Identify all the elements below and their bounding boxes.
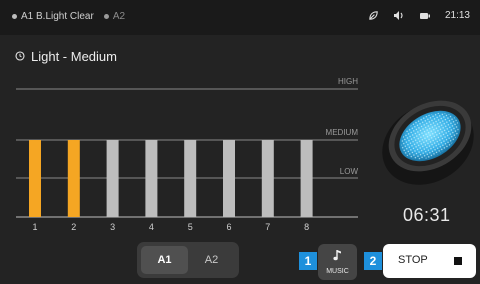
x-tick-label: 7: [265, 222, 270, 232]
zone-a2-button[interactable]: A2: [188, 246, 235, 274]
app-screen: A1 B.Light Clear A2 21:13 Light - Medium…: [0, 0, 480, 284]
x-tick-label: 1: [32, 222, 37, 232]
zone-a2-dot: [103, 14, 109, 19]
music-label: MUSIC: [326, 268, 349, 275]
x-tick-label: 3: [110, 222, 115, 232]
bar-5: [184, 140, 197, 217]
stop-label: STOP: [398, 254, 428, 266]
bar-4: [145, 140, 158, 217]
chart-ticks: 1 2 3 4 5 6 7 8: [32, 222, 309, 232]
music-button[interactable]: MUSIC: [318, 244, 357, 280]
zone-a1-dot: [12, 14, 17, 19]
clock-icon: [15, 49, 25, 64]
zone-status: A1 B.Light Clear A2: [12, 11, 125, 22]
zone-a1-label: A1 B.Light Clear: [21, 11, 94, 22]
x-tick-label: 8: [304, 222, 309, 232]
lamp-device-image: [382, 100, 474, 185]
callout-badge-1: 1: [299, 252, 317, 270]
light-mode-indicator: Light - Medium: [15, 49, 117, 64]
volume-icon[interactable]: [393, 10, 405, 21]
level-label-medium: MEDIUM: [326, 128, 359, 137]
mode-label: Light - Medium: [31, 49, 117, 64]
battery-icon: [419, 12, 431, 20]
zone-a1-button[interactable]: A1: [141, 246, 188, 274]
bar-2: [67, 140, 80, 217]
bar-3: [106, 140, 119, 217]
status-bar: A1 B.Light Clear A2 21:13: [0, 0, 480, 35]
bar-6: [223, 140, 235, 217]
x-tick-label: 2: [71, 222, 76, 232]
stop-icon: [454, 257, 462, 265]
callout-badge-2: 2: [364, 252, 382, 270]
x-tick-label: 4: [149, 222, 154, 232]
bar-1: [29, 140, 41, 217]
zone-a2-label: A2: [112, 11, 126, 22]
bar-8: [300, 140, 313, 217]
bar-7: [261, 140, 274, 217]
x-tick-label: 5: [188, 222, 193, 232]
zone-toggle: A1 A2: [137, 242, 239, 278]
timer-display: 06:31: [403, 205, 451, 225]
level-label-high: HIGH: [338, 77, 358, 86]
system-tray: 21:13: [368, 10, 470, 21]
x-tick-label: 6: [226, 222, 231, 232]
level-label-low: LOW: [340, 167, 359, 176]
clock: 21:13: [444, 10, 470, 21]
music-note-icon: [332, 249, 343, 267]
leaf-icon: [368, 10, 379, 21]
light-level-chart: LOW MEDIUM HIGH 1 2 3 4 5 6 7 8: [16, 77, 359, 232]
stop-button[interactable]: STOP: [383, 244, 476, 278]
